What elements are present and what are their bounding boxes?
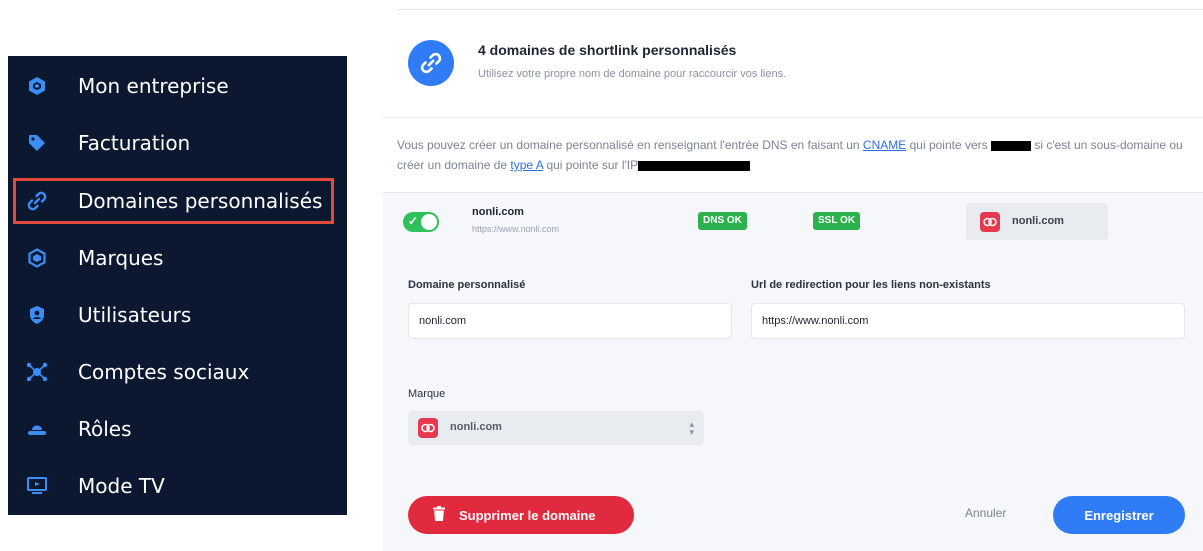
sidebar-item-label: Comptes sociaux: [78, 360, 250, 384]
custom-domains-panel: 4 domaines de shortlink personnalisés Ut…: [383, 0, 1203, 551]
redacted-target: [990, 140, 1031, 151]
instructions-text: qui pointe sur l'IP: [543, 158, 639, 172]
brand-chip-label: nonli.com: [1012, 215, 1064, 227]
tv-icon: [26, 475, 48, 497]
redirect-field-label: Url de redirection pour les liens non-ex…: [751, 279, 991, 291]
instructions-text: qui pointe vers: [906, 138, 991, 152]
delete-domain-button[interactable]: Supprimer le domaine: [408, 496, 634, 534]
cname-link[interactable]: CNAME: [863, 138, 906, 152]
instructions-text: Vous pouvez créer un domaine personnalis…: [397, 138, 863, 152]
link-icon: [408, 40, 454, 86]
hat-icon: [26, 418, 48, 440]
page-title: 4 domaines de shortlink personnalisés: [478, 42, 737, 58]
domain-field-label: Domaine personnalisé: [408, 279, 526, 291]
trash-icon: [433, 506, 445, 524]
divider: [397, 9, 1203, 10]
divider: [383, 117, 1203, 118]
brand-chip: nonli.com: [966, 203, 1108, 240]
domain-input[interactable]: nonli.com: [408, 303, 732, 339]
dns-instructions: Vous pouvez créer un domaine personnalis…: [397, 135, 1197, 175]
domain-name: nonli.com: [472, 206, 524, 218]
tag-icon: [26, 132, 48, 154]
cancel-button[interactable]: Annuler: [965, 506, 1006, 520]
domain-url: https://www.nonli.com: [472, 224, 560, 234]
settings-sidebar: Mon entreprise Facturation Domaines pers…: [8, 56, 347, 515]
sidebar-item-label: Utilisateurs: [78, 303, 192, 327]
brand-logo-icon: [980, 212, 1000, 232]
sidebar-item-label: Mon entreprise: [78, 74, 229, 98]
type-a-link[interactable]: type A: [510, 158, 543, 172]
sidebar-item-label: Facturation: [78, 131, 191, 155]
redirect-url-input[interactable]: https://www.nonli.com: [751, 303, 1185, 339]
domain-card: ✓ nonli.com https://www.nonli.com DNS OK…: [383, 192, 1203, 551]
cube-outline-icon: [26, 247, 48, 269]
select-arrows-icon: ▴ ▾: [689, 419, 694, 437]
link-icon: [26, 190, 48, 212]
cube-icon: [26, 75, 48, 97]
sidebar-item-utilisateurs[interactable]: Utilisateurs: [16, 295, 331, 335]
ssl-status-badge: SSL OK: [813, 212, 861, 230]
dns-status-badge: DNS OK: [698, 212, 747, 230]
save-button[interactable]: Enregistrer: [1053, 496, 1185, 534]
network-icon: [26, 361, 48, 383]
sidebar-item-label: Mode TV: [78, 474, 165, 498]
brand-select-value: nonli.com: [450, 421, 502, 433]
brand-select[interactable]: nonli.com ▴ ▾: [408, 411, 704, 445]
sidebar-item-label: Rôles: [78, 417, 132, 441]
sidebar-item-mode-tv[interactable]: Mode TV: [16, 466, 331, 506]
sidebar-item-label: Marques: [78, 246, 164, 270]
domain-enabled-toggle[interactable]: ✓: [403, 212, 439, 232]
page-subtitle: Utilisez votre propre nom de domaine pou…: [478, 68, 787, 80]
delete-domain-label: Supprimer le domaine: [459, 507, 596, 523]
brand-logo-icon: [418, 418, 438, 438]
redacted-ip: [638, 160, 751, 171]
sidebar-item-roles[interactable]: Rôles: [16, 409, 331, 449]
sidebar-item-marques[interactable]: Marques: [16, 238, 331, 278]
check-icon: ✓: [408, 214, 419, 228]
toggle-knob: [421, 214, 437, 230]
brand-field-label: Marque: [408, 388, 446, 400]
sidebar-item-label: Domaines personnalisés: [78, 189, 323, 213]
sidebar-item-facturation[interactable]: Facturation: [16, 123, 331, 163]
shield-user-icon: [26, 304, 48, 326]
sidebar-item-comptes-sociaux[interactable]: Comptes sociaux: [16, 352, 331, 392]
sidebar-item-domaines-personnalises[interactable]: Domaines personnalisés: [13, 178, 334, 224]
sidebar-item-mon-entreprise[interactable]: Mon entreprise: [16, 66, 331, 106]
